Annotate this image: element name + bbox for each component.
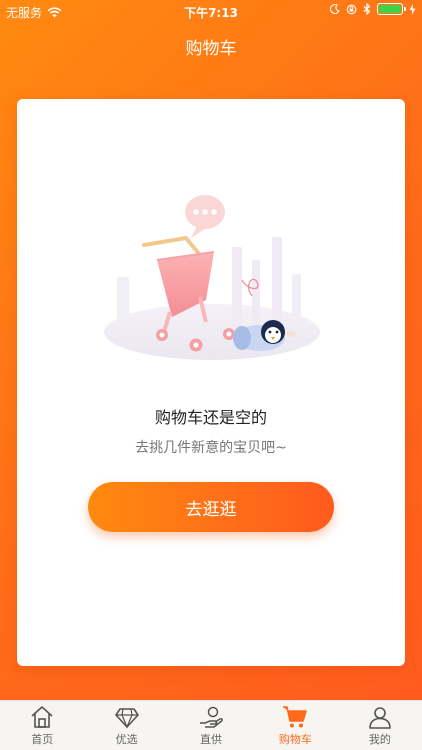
tab-featured[interactable]: 优选: [84, 701, 168, 750]
go-shopping-button[interactable]: 去逛逛: [88, 482, 334, 532]
tab-profile[interactable]: 我的: [338, 701, 422, 750]
empty-cart-card: 购物车还是空的 去挑几件新意的宝贝吧~ 去逛逛: [17, 99, 405, 666]
moon-icon: [330, 4, 340, 14]
status-bar: 无服务 下午7:13: [0, 0, 422, 22]
hand-coin-icon: [200, 706, 223, 728]
cart-icon: [283, 706, 308, 728]
home-icon: [31, 706, 53, 728]
empty-cart-subtitle: 去挑几件新意的宝贝吧~: [135, 440, 287, 456]
tab-cart-label: 购物车: [278, 733, 312, 746]
tab-home-label: 首页: [31, 733, 54, 746]
tab-direct-supply[interactable]: 直供: [169, 701, 253, 750]
tab-direct-supply-label: 直供: [200, 733, 223, 746]
status-right: [330, 3, 416, 15]
charging-icon: [409, 3, 416, 15]
bluetooth-icon: [363, 3, 371, 15]
page-title: 购物车: [185, 39, 237, 59]
rotation-lock-icon: [346, 4, 357, 14]
tab-featured-label: 优选: [115, 733, 138, 746]
tab-profile-label: 我的: [368, 733, 391, 746]
tab-cart[interactable]: 购物车: [253, 701, 337, 750]
tab-home[interactable]: 首页: [0, 701, 84, 750]
person-icon: [369, 707, 391, 729]
diamond-icon: [114, 708, 139, 729]
battery-icon: [377, 3, 406, 15]
bottom-tab-bar: 首页 优选 直供 购物车 我的: [0, 700, 422, 750]
empty-cart-illustration: [104, 195, 320, 360]
empty-cart-title: 购物车还是空的: [154, 408, 267, 427]
battery-level: [379, 5, 401, 13]
